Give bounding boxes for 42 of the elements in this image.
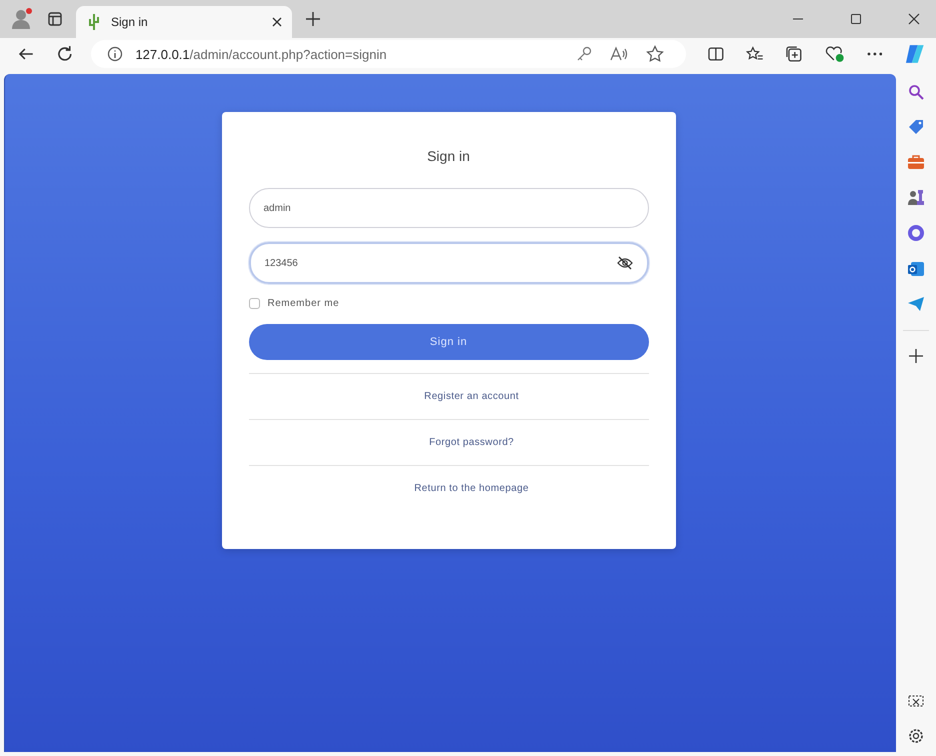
cactus-icon: [86, 13, 102, 31]
card-title: Sign in: [426, 148, 471, 164]
sign-in-button[interactable]: Sign in: [248, 324, 648, 360]
ring-icon[interactable]: [907, 224, 925, 242]
close-icon[interactable]: [272, 17, 282, 27]
maximize-icon[interactable]: [850, 13, 862, 25]
link[interactable]: Register an account: [424, 391, 519, 402]
link[interactable]: Return to the homepage: [414, 483, 529, 494]
tag-icon[interactable]: [907, 118, 925, 136]
remember-checkbox[interactable]: [248, 298, 260, 309]
search-icon[interactable]: [908, 84, 924, 100]
tab-title: Sign in: [111, 15, 149, 29]
collections-icon[interactable]: [785, 45, 804, 63]
browser-tab[interactable]: Sign in: [76, 6, 292, 38]
add-icon[interactable]: [909, 349, 923, 363]
address-bar[interactable]: 127.0.0.1/admin/account.php?action=signin: [91, 40, 686, 68]
link[interactable]: Forgot password?: [429, 437, 514, 448]
chess-icon[interactable]: [907, 188, 925, 206]
back-icon[interactable]: [18, 47, 34, 61]
mail-icon[interactable]: [907, 260, 925, 278]
tab-list-icon[interactable]: [48, 12, 62, 26]
heart-icon[interactable]: [825, 45, 845, 63]
split-screen-icon[interactable]: [708, 46, 724, 62]
username-field[interactable]: admin: [248, 188, 648, 228]
profile-icon[interactable]: [10, 7, 34, 31]
close-icon[interactable]: [908, 13, 920, 25]
toolbox-icon[interactable]: [907, 154, 925, 170]
new-tab-icon[interactable]: [306, 12, 320, 26]
info-icon[interactable]: [107, 46, 124, 62]
eye-hidden-icon[interactable]: [616, 256, 632, 270]
more-icon[interactable]: [866, 52, 882, 56]
key-icon[interactable]: [576, 46, 592, 62]
read-aloud-icon[interactable]: [610, 46, 628, 62]
settings-icon[interactable]: [908, 728, 924, 744]
paper-plane-icon[interactable]: [907, 296, 925, 312]
star-icon[interactable]: [646, 45, 664, 63]
remember-label: Remember me: [268, 298, 340, 309]
password-field[interactable]: 123456: [248, 242, 648, 284]
copilot-icon[interactable]: [904, 43, 926, 65]
url-text: 127.0.0.1/admin/account.php?action=signin: [135, 46, 387, 62]
refresh-icon[interactable]: [56, 45, 74, 63]
favorites-icon[interactable]: [746, 46, 764, 62]
